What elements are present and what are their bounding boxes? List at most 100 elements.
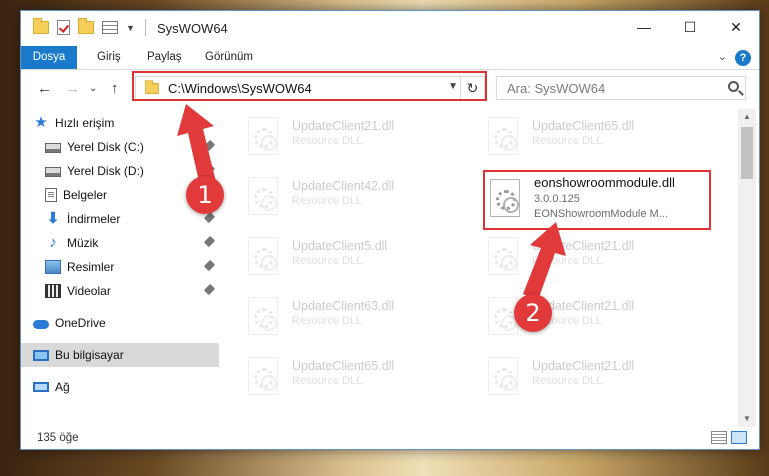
list-item[interactable]: UpdateClient21.dll Resource DLL [476, 293, 716, 341]
up-button[interactable]: ↑ [111, 80, 119, 97]
dll-file-icon [248, 177, 278, 215]
title-bar: ▼ SysWOW64 — ☐ ✕ [21, 11, 759, 45]
sidebar-item-label: Belgeler [63, 188, 108, 202]
details-view-icon[interactable] [711, 431, 727, 444]
vertical-scrollbar[interactable]: ▲ ▼ [738, 109, 756, 427]
file-name: UpdateClient65.dll [292, 359, 395, 373]
folder-icon[interactable] [33, 18, 49, 34]
star-icon: ★ [34, 114, 48, 131]
refresh-button[interactable]: ↻ [460, 77, 484, 99]
maximize-button[interactable]: ☐ [667, 11, 713, 43]
list-item[interactable]: UpdateClient42.dll Resource DLL [236, 173, 476, 221]
search-box[interactable]: Ara: SysWOW64 [496, 76, 746, 100]
dll-file-icon [248, 357, 278, 395]
tab-view[interactable]: Görünüm [195, 46, 263, 69]
address-bar[interactable]: C:\Windows\SysWOW64 ▼ ↻ [135, 76, 485, 100]
callout-step-1: 1 [186, 176, 224, 214]
tab-file[interactable]: Dosya [21, 46, 77, 69]
quick-access-toolbar: ▼ [33, 18, 135, 35]
sidebar-item-quick-access[interactable]: ★ Hızlı erişim [21, 111, 219, 135]
onedrive-icon [33, 320, 49, 329]
list-item[interactable]: UpdateClient65.dll Resource DLL [476, 113, 716, 161]
view-toggle [711, 431, 747, 444]
dll-file-icon [488, 237, 518, 275]
ribbon-tabs: Dosya Giriş Paylaş Görünüm ⌄ ? [21, 46, 759, 70]
pin-icon [203, 259, 216, 272]
tiles-view-icon[interactable] [731, 431, 747, 444]
file-type: Resource DLL [292, 375, 363, 387]
tab-home[interactable]: Giriş [87, 46, 131, 69]
file-name: UpdateClient65.dll [532, 119, 635, 133]
sidebar-item-label: Müzik [67, 236, 99, 250]
item-count: 135 öğe [37, 432, 79, 444]
dll-file-icon [488, 357, 518, 395]
search-placeholder: Ara: SysWOW64 [507, 81, 606, 96]
scroll-down-icon[interactable]: ▼ [738, 411, 756, 427]
list-item[interactable]: UpdateClient65.dll Resource DLL [236, 353, 476, 401]
close-button[interactable]: ✕ [713, 11, 759, 43]
sidebar-item-music[interactable]: ♪ Müzik [21, 231, 219, 255]
file-description: EONShowroomModule M... [534, 208, 668, 220]
sidebar-item-label: Resimler [67, 260, 115, 274]
scroll-up-icon[interactable]: ▲ [738, 109, 756, 125]
back-button[interactable]: ← [37, 80, 52, 97]
sidebar-item-label: OneDrive [55, 316, 106, 330]
file-name: UpdateClient21.dll [532, 359, 635, 373]
drive-icon [45, 167, 61, 177]
list-item[interactable]: UpdateClient21.dll Resource DLL [476, 233, 716, 281]
sidebar-item-local-disk-d[interactable]: Yerel Disk (D:) [21, 159, 219, 183]
download-icon: ⬇ [46, 210, 60, 227]
new-folder-icon[interactable] [78, 18, 94, 34]
sidebar-item-local-disk-c[interactable]: Yerel Disk (C:) [21, 135, 219, 159]
address-dropdown-icon[interactable]: ▼ [448, 81, 458, 92]
properties-check-icon[interactable] [57, 20, 70, 35]
navigation-pane: ★ Hızlı erişim Yerel Disk (C:) Yerel Dis… [21, 109, 219, 427]
pin-icon [203, 139, 216, 152]
sidebar-item-network[interactable]: Ağ [21, 375, 219, 399]
window-title: SysWOW64 [157, 21, 228, 36]
file-type: Resource DLL [292, 255, 363, 267]
tab-share[interactable]: Paylaş [137, 46, 192, 69]
recent-locations-button[interactable]: ⌄ [89, 83, 97, 94]
list-item[interactable]: UpdateClient5.dll Resource DLL [236, 233, 476, 281]
sidebar-item-label: Hızlı erişim [55, 116, 115, 130]
list-item[interactable]: UpdateClient21.dll Resource DLL [476, 353, 716, 401]
ribbon-expand-icon[interactable]: ⌄ [718, 50, 727, 63]
dll-file-icon [248, 237, 278, 275]
sidebar-item-videos[interactable]: Videolar [21, 279, 219, 303]
file-name: UpdateClient21.dll [292, 119, 395, 133]
file-name: UpdateClient5.dll [292, 239, 388, 253]
target-dll-file[interactable]: eonshowroommodule.dll 3.0.0.125 EONShowr… [488, 171, 710, 227]
help-icon[interactable]: ? [735, 50, 751, 66]
dll-file-icon [248, 117, 278, 155]
file-version: 3.0.0.125 [534, 193, 580, 205]
dll-file-icon [248, 297, 278, 335]
search-icon[interactable] [728, 81, 739, 92]
dll-file-icon [488, 117, 518, 155]
sidebar-item-this-pc[interactable]: Bu bilgisayar [21, 343, 219, 367]
sidebar-item-downloads[interactable]: ⬇ İndirmeler [21, 207, 219, 231]
sidebar-item-pictures[interactable]: Resimler [21, 255, 219, 279]
address-path[interactable]: C:\Windows\SysWOW64 [168, 81, 312, 96]
sidebar-item-onedrive[interactable]: OneDrive [21, 311, 219, 335]
window-controls: — ☐ ✕ [621, 11, 759, 43]
file-type: Resource DLL [292, 315, 363, 327]
rename-icon[interactable] [102, 21, 118, 34]
sidebar-item-label: Yerel Disk (C:) [67, 140, 144, 154]
sidebar-item-label: Ağ [55, 380, 70, 394]
status-bar: 135 öğe [21, 427, 759, 449]
file-name: eonshowroommodule.dll [534, 175, 675, 190]
file-name: UpdateClient42.dll [292, 179, 395, 193]
dll-file-icon [490, 179, 520, 217]
scroll-thumb[interactable] [741, 127, 753, 179]
music-icon: ♪ [49, 234, 57, 251]
file-type: Resource DLL [292, 135, 363, 147]
qat-dropdown-icon[interactable]: ▼ [126, 23, 135, 33]
list-item[interactable]: UpdateClient21.dll Resource DLL [236, 113, 476, 161]
drive-icon [45, 143, 61, 153]
list-item[interactable]: UpdateClient63.dll Resource DLL [236, 293, 476, 341]
file-name: UpdateClient21.dll [532, 239, 635, 253]
callout-step-2: 2 [514, 294, 552, 332]
minimize-button[interactable]: — [621, 11, 667, 43]
forward-button[interactable]: → [65, 80, 80, 97]
